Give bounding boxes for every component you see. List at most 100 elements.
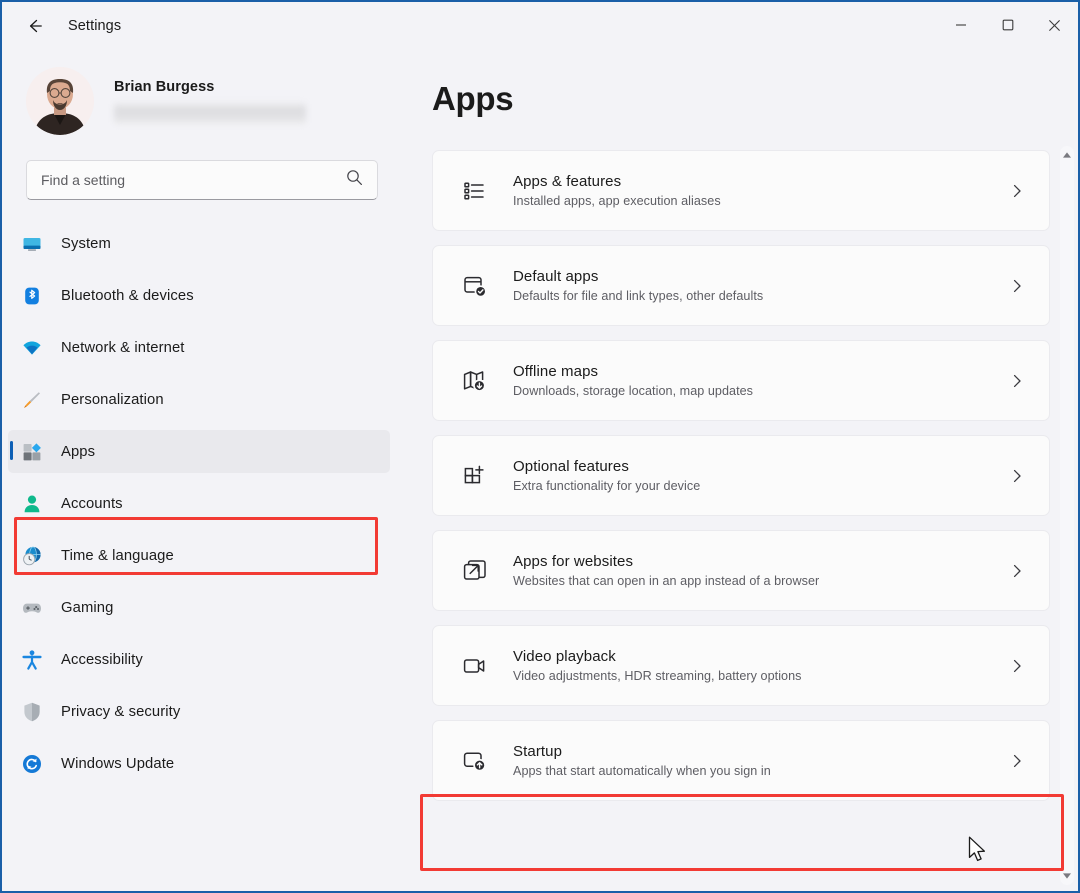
video-camera-icon — [455, 653, 495, 679]
chevron-right-icon[interactable] — [1009, 468, 1025, 484]
sidebar-item-gaming[interactable]: Gaming — [8, 586, 390, 629]
card-text: Startup Apps that start automatically wh… — [513, 743, 1009, 778]
card-subtitle: Video adjustments, HDR streaming, batter… — [513, 669, 1009, 683]
settings-card-list: Apps & features Installed apps, app exec… — [432, 150, 1050, 801]
shield-icon — [14, 701, 50, 723]
sidebar-item-label: Gaming — [61, 600, 113, 616]
sidebar-item-label: Accounts — [61, 496, 123, 512]
sidebar-item-label: Privacy & security — [61, 704, 180, 720]
maximize-icon — [1002, 19, 1014, 31]
sidebar: Brian Burgess — [2, 50, 402, 891]
card-title: Apps for websites — [513, 553, 1009, 570]
window-controls — [937, 2, 1078, 48]
scroll-down-arrow-icon[interactable] — [1062, 872, 1072, 880]
settings-window: Settings — [0, 0, 1080, 893]
scrollbar-thumb[interactable] — [1065, 165, 1070, 866]
card-text: Offline maps Downloads, storage location… — [513, 363, 1009, 398]
chevron-right-icon[interactable] — [1009, 753, 1025, 769]
search-input[interactable] — [41, 172, 340, 188]
sidebar-item-accessibility[interactable]: Accessibility — [8, 638, 390, 681]
sidebar-nav: System Bluetooth & devices — [2, 222, 402, 785]
profile[interactable]: Brian Burgess — [2, 62, 402, 140]
clock-globe-icon — [14, 545, 50, 567]
card-startup[interactable]: Startup Apps that start automatically wh… — [432, 720, 1050, 801]
back-button[interactable] — [18, 9, 52, 43]
grid-plus-icon — [455, 463, 495, 489]
page-title: Apps — [432, 80, 1078, 118]
bluetooth-icon — [14, 285, 50, 307]
scroll-up-arrow-icon[interactable] — [1062, 151, 1072, 159]
minimize-icon — [955, 19, 967, 31]
sidebar-item-accounts[interactable]: Accounts — [8, 482, 390, 525]
card-apps-features[interactable]: Apps & features Installed apps, app exec… — [432, 150, 1050, 231]
sidebar-item-system[interactable]: System — [8, 222, 390, 265]
card-apps-for-websites[interactable]: Apps for websites Websites that can open… — [432, 530, 1050, 611]
card-offline-maps[interactable]: Offline maps Downloads, storage location… — [432, 340, 1050, 421]
wifi-icon — [14, 337, 50, 359]
sidebar-item-privacy-security[interactable]: Privacy & security — [8, 690, 390, 733]
titlebar-title: Settings — [68, 18, 121, 34]
card-title: Optional features — [513, 458, 1009, 475]
card-title: Offline maps — [513, 363, 1009, 380]
external-link-icon — [455, 558, 495, 584]
search-wrap — [26, 160, 378, 200]
scrollbar[interactable] — [1060, 146, 1074, 885]
chevron-right-icon[interactable] — [1009, 658, 1025, 674]
chevron-right-icon[interactable] — [1009, 278, 1025, 294]
sidebar-item-apps[interactable]: Apps — [8, 430, 390, 473]
map-download-icon — [455, 368, 495, 394]
chevron-right-icon[interactable] — [1009, 183, 1025, 199]
chevron-right-icon[interactable] — [1009, 373, 1025, 389]
card-default-apps[interactable]: Default apps Defaults for file and link … — [432, 245, 1050, 326]
apps-icon — [14, 441, 50, 463]
card-subtitle: Extra functionality for your device — [513, 479, 1009, 493]
sidebar-item-network-internet[interactable]: Network & internet — [8, 326, 390, 369]
card-text: Optional features Extra functionality fo… — [513, 458, 1009, 493]
search-icon[interactable] — [346, 169, 363, 191]
sidebar-item-personalization[interactable]: Personalization — [8, 378, 390, 421]
card-optional-features[interactable]: Optional features Extra functionality fo… — [432, 435, 1050, 516]
sidebar-item-bluetooth-devices[interactable]: Bluetooth & devices — [8, 274, 390, 317]
card-text: Default apps Defaults for file and link … — [513, 268, 1009, 303]
card-subtitle: Installed apps, app execution aliases — [513, 194, 1009, 208]
accessibility-icon — [14, 649, 50, 671]
sidebar-item-label: Accessibility — [61, 652, 143, 668]
chevron-right-icon[interactable] — [1009, 563, 1025, 579]
card-subtitle: Websites that can open in an app instead… — [513, 574, 1009, 588]
card-text: Video playback Video adjustments, HDR st… — [513, 648, 1009, 683]
update-icon — [14, 753, 50, 775]
card-subtitle: Apps that start automatically when you s… — [513, 764, 1009, 778]
search-box[interactable] — [26, 160, 378, 200]
sidebar-item-time-language[interactable]: Time & language — [8, 534, 390, 577]
card-title: Video playback — [513, 648, 1009, 665]
card-video-playback[interactable]: Video playback Video adjustments, HDR st… — [432, 625, 1050, 706]
paintbrush-icon — [14, 389, 50, 411]
sidebar-item-label: Time & language — [61, 548, 174, 564]
startup-arrow-icon — [455, 748, 495, 774]
sidebar-item-label: Personalization — [61, 392, 164, 408]
close-button[interactable] — [1031, 2, 1078, 48]
monitor-icon — [14, 233, 50, 255]
minimize-button[interactable] — [937, 2, 984, 48]
close-icon — [1048, 19, 1061, 32]
mouse-cursor-icon — [968, 836, 990, 871]
card-title: Default apps — [513, 268, 1009, 285]
maximize-button[interactable] — [984, 2, 1031, 48]
avatar — [26, 67, 94, 135]
card-title: Apps & features — [513, 173, 1009, 190]
gamepad-icon — [14, 597, 50, 619]
sidebar-item-label: Bluetooth & devices — [61, 288, 194, 304]
person-icon — [14, 493, 50, 515]
sidebar-item-label: System — [61, 236, 111, 252]
profile-email-redacted — [114, 102, 306, 124]
window-check-icon — [455, 273, 495, 299]
sidebar-item-label: Apps — [61, 444, 95, 460]
card-subtitle: Downloads, storage location, map updates — [513, 384, 1009, 398]
back-arrow-icon — [25, 16, 45, 36]
card-subtitle: Defaults for file and link types, other … — [513, 289, 1009, 303]
annotation-box-startup-card — [420, 794, 1064, 871]
sidebar-item-windows-update[interactable]: Windows Update — [8, 742, 390, 785]
profile-text: Brian Burgess — [114, 79, 378, 124]
titlebar: Settings — [2, 2, 1078, 50]
sidebar-item-label: Windows Update — [61, 756, 174, 772]
